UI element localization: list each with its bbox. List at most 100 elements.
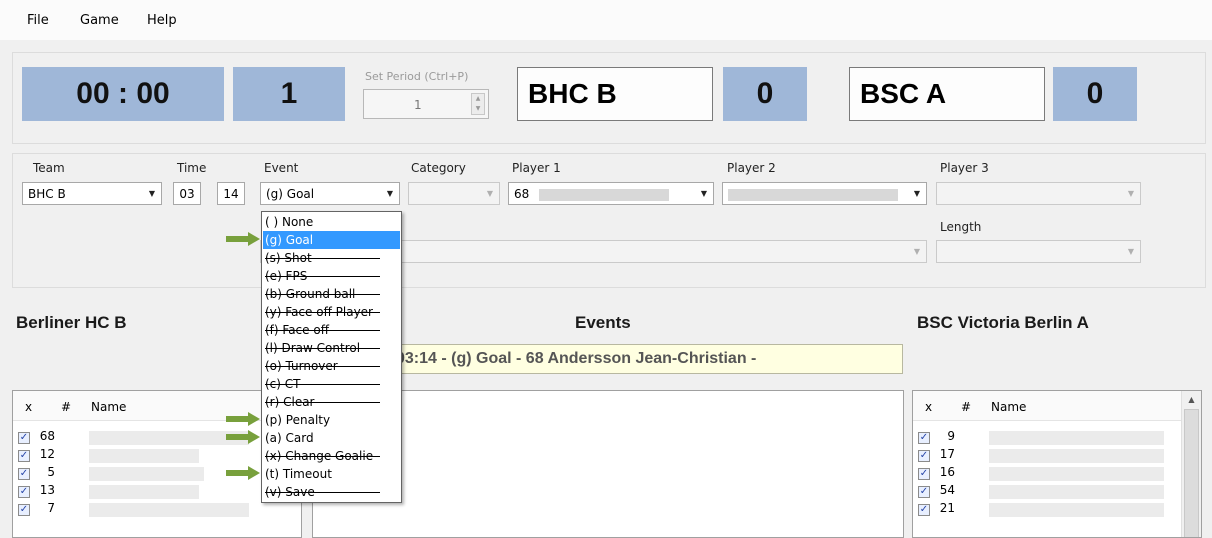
away-roster-scrollbar[interactable]: ▲	[1181, 391, 1201, 537]
length-select[interactable]: ▼	[936, 240, 1141, 263]
event-option[interactable]: (y) Face off Player	[263, 303, 400, 321]
event-option[interactable]: (x) Change Goalie	[263, 447, 400, 465]
event-option[interactable]: (p) Penalty	[263, 411, 400, 429]
green-arrow-icon	[226, 466, 260, 480]
table-row[interactable]: ✓ 7	[13, 501, 301, 519]
active-checkbox[interactable]: ✓	[918, 450, 930, 462]
player3-select[interactable]: ▼	[936, 182, 1141, 205]
player1-select[interactable]: 68 ▼	[508, 182, 714, 205]
event-option[interactable]: (l) Draw Control	[263, 339, 400, 357]
player1-select-value: 68	[514, 187, 530, 201]
event-option-label: (r) Clear	[265, 395, 315, 409]
category-label: Category	[411, 161, 466, 175]
away-team-score[interactable]: 0	[1053, 67, 1137, 121]
player-name-redacted	[989, 503, 1164, 517]
event-option-label: (o) Turnover	[265, 359, 338, 373]
active-checkbox[interactable]: ✓	[18, 450, 30, 462]
event-option[interactable]: (c) CT	[263, 375, 400, 393]
table-row[interactable]: ✓ 21	[913, 501, 1201, 519]
table-row[interactable]: ✓ 12	[13, 447, 301, 465]
player-name-redacted	[989, 485, 1164, 499]
event-option[interactable]: (s) Shot	[263, 249, 400, 267]
player-number: 5	[47, 465, 55, 479]
event-option[interactable]: (b) Ground ball	[263, 285, 400, 303]
team-select-value: BHC B	[28, 187, 66, 201]
category-select[interactable]: ▼	[408, 182, 500, 205]
menu-help[interactable]: Help	[147, 13, 177, 28]
chevron-down-icon: ▼	[148, 189, 155, 198]
active-checkbox[interactable]: ✓	[18, 432, 30, 444]
set-period-value: 1	[414, 98, 422, 112]
game-clock[interactable]: 00 : 00	[22, 67, 224, 121]
event-option[interactable]: (g) Goal	[263, 231, 400, 249]
spin-up-icon[interactable]: ▲	[472, 94, 484, 104]
col-name[interactable]: Name	[991, 400, 1026, 414]
player2-select[interactable]: ▼	[722, 182, 927, 205]
table-row[interactable]: ✓ 13	[13, 483, 301, 501]
chevron-down-icon: ▼	[700, 189, 707, 198]
event-option-label: (e) FPS	[265, 269, 308, 283]
player-number: 12	[39, 447, 55, 461]
table-row[interactable]: ✓ 16	[913, 465, 1201, 483]
event-option-label: (g) Goal	[265, 233, 314, 247]
event-select-value: (g) Goal	[266, 187, 315, 201]
time-label: Time	[177, 161, 207, 175]
away-roster-grid[interactable]: x # Name ✓ 9 ✓ 17 ✓ 16 ✓ 54 ✓ 21 ▲	[912, 390, 1202, 538]
active-checkbox[interactable]: ✓	[18, 504, 30, 516]
spin-down-icon[interactable]: ▼	[472, 104, 484, 114]
active-checkbox[interactable]: ✓	[918, 504, 930, 516]
player-number: 21	[939, 501, 955, 515]
event-select[interactable]: (g) Goal ▼	[260, 182, 400, 205]
home-team-score[interactable]: 0	[723, 67, 807, 121]
player-name-redacted	[89, 449, 199, 463]
col-name[interactable]: Name	[91, 400, 126, 414]
player-name-redacted	[89, 485, 199, 499]
table-row[interactable]: ✓ 9	[913, 429, 1201, 447]
active-checkbox[interactable]: ✓	[18, 486, 30, 498]
menu-game[interactable]: Game	[80, 13, 119, 28]
time-minutes-input[interactable]: 03	[173, 182, 201, 205]
menu-file[interactable]: File	[27, 13, 49, 28]
away-team-name: BSC A	[849, 67, 1045, 121]
away-roster-header: x # Name	[913, 391, 1183, 421]
table-row[interactable]: ✓ 54	[913, 483, 1201, 501]
active-checkbox[interactable]: ✓	[18, 468, 30, 480]
col-x[interactable]: x	[25, 400, 32, 414]
event-option[interactable]: (a) Card	[263, 429, 400, 447]
event-option-label: ( ) None	[265, 215, 314, 229]
set-period-spinner[interactable]: 1 ▲ ▼	[363, 89, 489, 119]
home-team-name: BHC B	[517, 67, 713, 121]
table-row[interactable]: ✓ 17	[913, 447, 1201, 465]
player-name-redacted	[989, 467, 1164, 481]
green-arrow-icon	[226, 430, 260, 444]
event-option[interactable]: (e) FPS	[263, 267, 400, 285]
player-number: 13	[39, 483, 55, 497]
event-option[interactable]: (v) Save	[263, 483, 400, 501]
spinner-buttons[interactable]: ▲ ▼	[471, 93, 485, 115]
col-x[interactable]: x	[925, 400, 932, 414]
scroll-thumb[interactable]	[1184, 409, 1199, 537]
event-option[interactable]: (t) Timeout	[263, 465, 400, 483]
chevron-down-icon: ▼	[1127, 189, 1134, 198]
player1-name-redacted	[539, 188, 670, 201]
team-select[interactable]: BHC B ▼	[22, 182, 162, 205]
active-checkbox[interactable]: ✓	[918, 432, 930, 444]
event-option[interactable]: (f) Face off	[263, 321, 400, 339]
event-option-label: (t) Timeout	[265, 467, 332, 481]
player2-label: Player 2	[727, 161, 776, 175]
player-name-redacted	[989, 449, 1164, 463]
active-checkbox[interactable]: ✓	[918, 468, 930, 480]
active-checkbox[interactable]: ✓	[918, 486, 930, 498]
event-option[interactable]: (o) Turnover	[263, 357, 400, 375]
scroll-up-icon[interactable]: ▲	[1182, 391, 1201, 409]
event-option[interactable]: ( ) None	[263, 213, 400, 231]
event-option-label: (s) Shot	[265, 251, 312, 265]
event-option[interactable]: (r) Clear	[263, 393, 400, 411]
col-number[interactable]: #	[61, 400, 71, 414]
green-arrow-shape	[226, 466, 260, 480]
menu-bar: File Game Help	[0, 0, 1212, 40]
event-option-label: (y) Face off Player	[265, 305, 373, 319]
chevron-down-icon: ▼	[486, 189, 493, 198]
col-number[interactable]: #	[961, 400, 971, 414]
time-seconds-input[interactable]: 14	[217, 182, 245, 205]
